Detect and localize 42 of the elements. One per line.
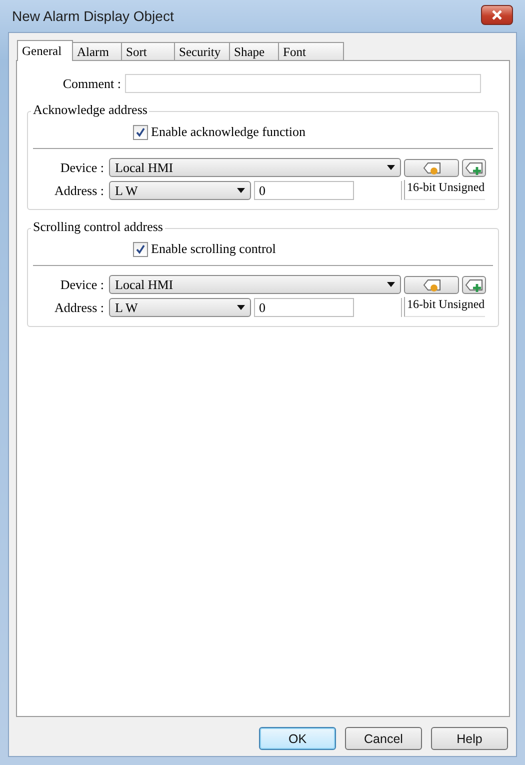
device-dropdown[interactable]: Local HMI — [109, 275, 401, 294]
tab[interactable]: General — [17, 40, 73, 61]
field-label: Address : — [54, 182, 105, 198]
dialog-button[interactable]: OK — [259, 727, 336, 750]
tab[interactable]: Shape — [229, 42, 279, 60]
caret-icon — [237, 188, 245, 193]
checkbox-label[interactable]: Enable acknowledge function — [151, 124, 306, 140]
data-type-label: 16-bit Unsigned — [404, 180, 485, 200]
caret-icon — [387, 165, 395, 170]
tag-plus-icon — [463, 160, 485, 176]
data-type-label: 16-bit Unsigned — [404, 297, 485, 317]
address-field[interactable]: 0 — [254, 181, 354, 200]
register-dropdown[interactable]: L W — [109, 181, 251, 200]
window-title: New Alarm Display Object — [12, 8, 174, 24]
register-dropdown[interactable]: L W — [109, 298, 251, 317]
comment-field[interactable] — [125, 74, 481, 93]
checkbox-label[interactable]: Enable scrolling control — [151, 241, 276, 257]
add-tag-button[interactable] — [462, 158, 486, 176]
checkbox[interactable] — [133, 124, 148, 140]
tab[interactable]: Font — [278, 42, 344, 60]
device-dropdown[interactable]: Local HMI — [109, 158, 401, 177]
tab[interactable]: Sort — [121, 42, 175, 60]
dialog-button[interactable]: Help — [431, 727, 508, 750]
close-button[interactable] — [481, 5, 513, 25]
tab[interactable]: Security — [174, 42, 230, 60]
group-title: Scrolling control address — [31, 220, 165, 234]
group-title: Acknowledge address — [31, 103, 150, 117]
tab[interactable]: Alarm — [72, 42, 122, 60]
field-label: Device : — [59, 276, 105, 292]
caret-icon — [237, 305, 245, 310]
field-label: Address : — [54, 300, 105, 316]
edit-tag-button[interactable] — [404, 158, 459, 176]
dialog-button[interactable]: Cancel — [345, 727, 422, 750]
edit-tag-button[interactable] — [404, 276, 459, 294]
caret-icon — [387, 282, 395, 287]
field-label: Device : — [59, 160, 105, 176]
checkbox[interactable] — [133, 242, 148, 256]
comment-label: Comment : — [62, 76, 122, 92]
address-field[interactable]: 0 — [254, 298, 354, 317]
tag-plus-icon — [463, 276, 485, 292]
add-tag-button[interactable] — [462, 276, 486, 294]
close-icon — [491, 10, 503, 20]
